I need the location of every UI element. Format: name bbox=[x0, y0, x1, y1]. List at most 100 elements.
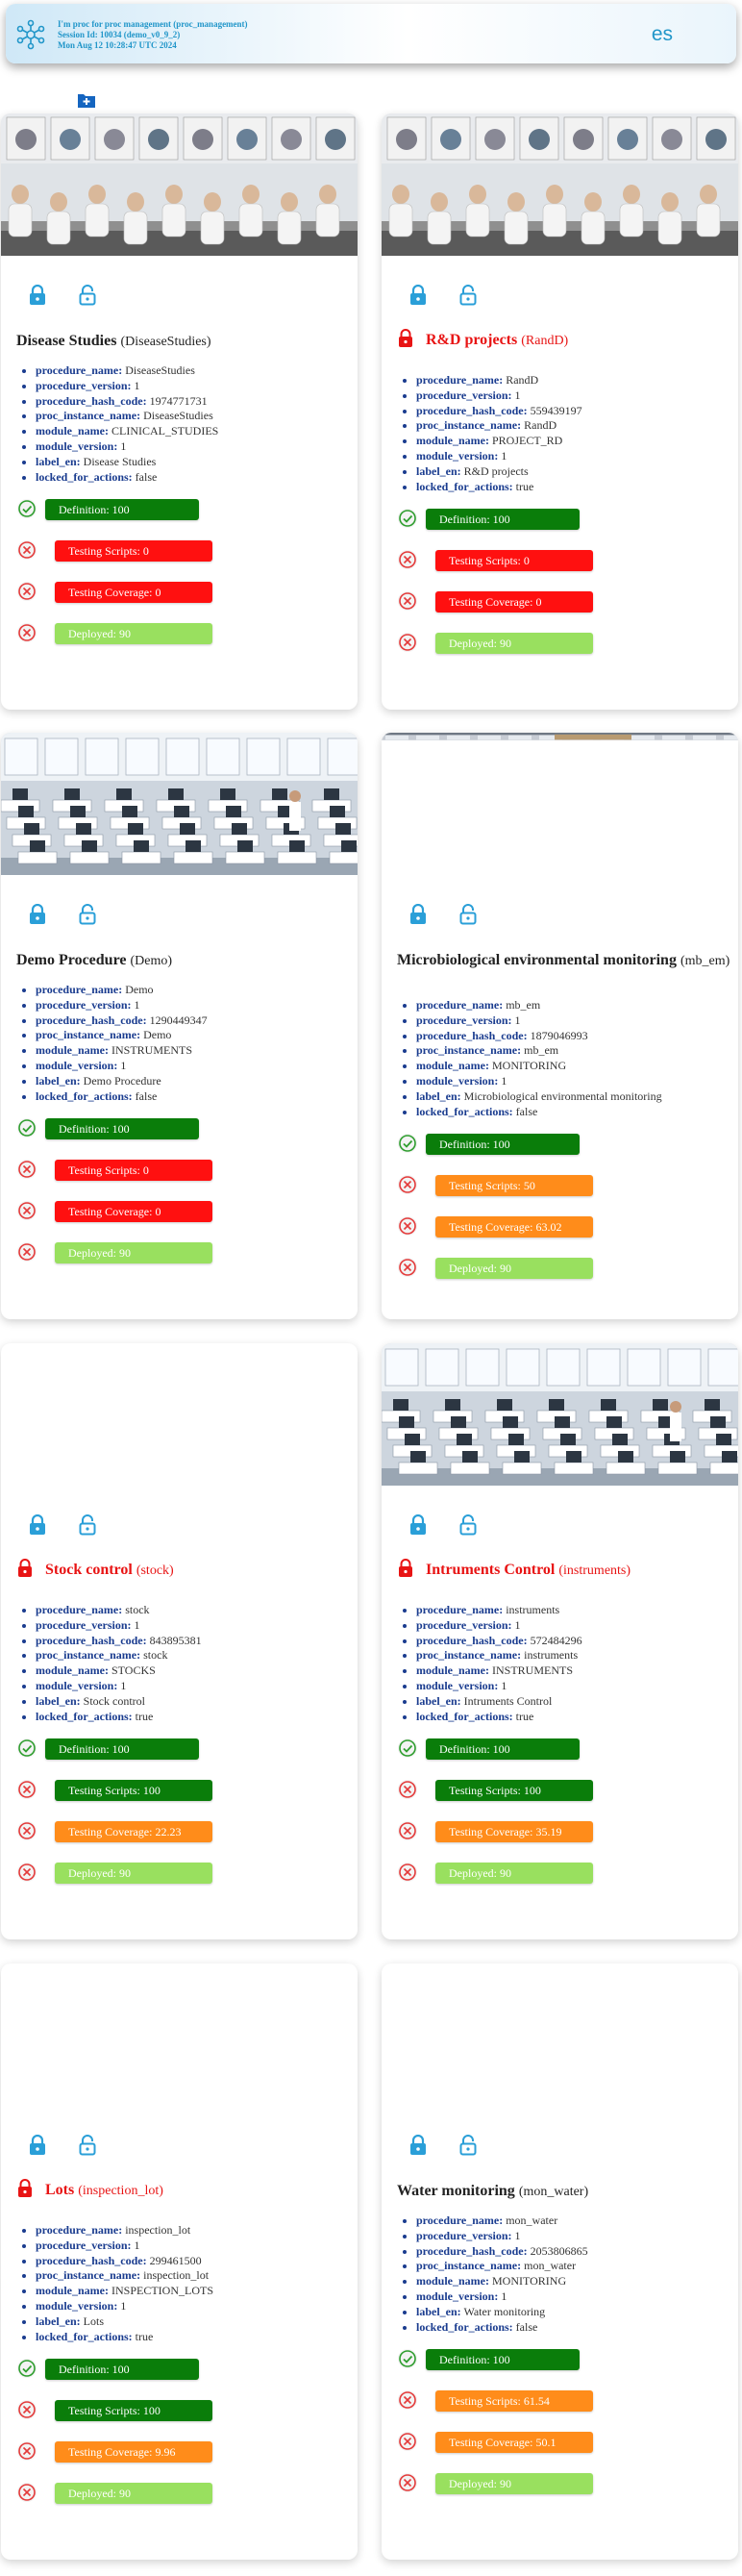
property-item: proc_instance_name: Demo bbox=[36, 1028, 208, 1043]
property-value: instruments bbox=[506, 1603, 560, 1616]
status-coverage-bar: Testing Coverage: 50.1 bbox=[435, 2432, 593, 2454]
unlock-icon[interactable] bbox=[78, 904, 97, 925]
unlock-icon[interactable] bbox=[458, 904, 478, 925]
lock-button[interactable] bbox=[28, 284, 47, 306]
property-key: procedure_version: bbox=[416, 2228, 512, 2242]
x-circle-icon bbox=[17, 1242, 37, 1263]
unlock-icon[interactable] bbox=[78, 285, 97, 306]
lock-button[interactable] bbox=[408, 284, 428, 306]
lock-icon[interactable] bbox=[28, 903, 47, 925]
status-deployed-bar: Deployed: 90 bbox=[435, 2473, 593, 2495]
property-value: mon_water bbox=[524, 2259, 577, 2273]
check-circle-icon bbox=[17, 1118, 37, 1138]
property-key: label_en: bbox=[416, 2304, 461, 2318]
unlock-icon[interactable] bbox=[458, 285, 478, 306]
property-value: 1 bbox=[501, 448, 507, 463]
property-item: procedure_hash_code: 1974771731 bbox=[36, 394, 218, 410]
property-key: label_en: bbox=[36, 2313, 81, 2328]
status-scripts: Testing Scripts: 0 bbox=[16, 538, 305, 564]
procedure-card: Stock control (stock) procedure_name: st… bbox=[1, 1343, 358, 1939]
property-item: procedure_hash_code: 572484296 bbox=[416, 1634, 582, 1649]
property-value: Microbiological environmental monitoring bbox=[463, 1088, 662, 1103]
property-value: 1879046993 bbox=[530, 1028, 588, 1042]
unlock-button[interactable] bbox=[458, 1514, 478, 1536]
lock-icon[interactable] bbox=[408, 284, 428, 306]
lock-icon[interactable] bbox=[408, 1513, 428, 1536]
property-item: module_name: MONITORING bbox=[416, 2274, 588, 2289]
lock-button[interactable] bbox=[408, 903, 428, 925]
add-procedure-icon[interactable] bbox=[77, 91, 96, 109]
property-value: Intruments Control bbox=[463, 1693, 553, 1708]
property-item: locked_for_actions: false bbox=[416, 2320, 588, 2336]
unlock-button[interactable] bbox=[458, 285, 478, 306]
lock-button[interactable] bbox=[28, 1513, 47, 1536]
x-circle-icon bbox=[17, 1201, 37, 1221]
property-value: RandD bbox=[524, 418, 557, 433]
property-key: procedure_name: bbox=[36, 1603, 123, 1616]
status-definition-bar: Definition: 100 bbox=[45, 2359, 199, 2381]
property-value: 1 bbox=[514, 2228, 521, 2242]
unlock-button[interactable] bbox=[458, 904, 478, 925]
locked-icon bbox=[399, 1559, 412, 1577]
status-definition: Definition: 100 bbox=[16, 2356, 305, 2383]
unlock-button[interactable] bbox=[78, 285, 97, 306]
property-value: MONITORING bbox=[492, 2274, 567, 2288]
x-circle-icon bbox=[17, 2441, 37, 2462]
session-id: Session Id: 10034 (demo_v0_9_2) bbox=[58, 30, 181, 39]
property-value: INSPECTION_LOTS bbox=[111, 2284, 214, 2298]
property-item: procedure_version: 1 bbox=[416, 388, 582, 404]
property-item: label_en: Water monitoring bbox=[416, 2305, 588, 2320]
property-item: module_version: 1 bbox=[416, 1679, 582, 1694]
property-key: procedure_version: bbox=[416, 1013, 512, 1027]
property-value: Stock control bbox=[83, 1693, 145, 1708]
status-coverage: Testing Coverage: 22.23 bbox=[16, 1818, 305, 1845]
procedure-title: Intruments Control bbox=[426, 1562, 556, 1578]
property-item: procedure_version: 1 bbox=[416, 1618, 582, 1634]
lock-icon[interactable] bbox=[408, 903, 428, 925]
unlock-icon[interactable] bbox=[78, 1514, 97, 1536]
lock-icon[interactable] bbox=[408, 2134, 428, 2156]
lock-button[interactable] bbox=[408, 1513, 428, 1536]
property-item: module_version: 1 bbox=[36, 1679, 202, 1694]
property-key: proc_instance_name: bbox=[36, 2268, 141, 2283]
lock-button[interactable] bbox=[28, 2134, 47, 2156]
lock-button[interactable] bbox=[28, 903, 47, 925]
property-item: proc_instance_name: DiseaseStudies bbox=[36, 409, 218, 424]
property-item: proc_instance_name: stock bbox=[36, 1648, 202, 1663]
property-key: locked_for_actions: bbox=[36, 469, 133, 484]
property-key: label_en: bbox=[416, 1088, 461, 1103]
status-deployed: Deployed: 90 bbox=[16, 2480, 305, 2507]
status-deployed-bar: Deployed: 90 bbox=[435, 1863, 593, 1885]
property-value: 1 bbox=[134, 997, 140, 1012]
lock-icon[interactable] bbox=[28, 284, 47, 306]
status-definition-bar: Definition: 100 bbox=[426, 509, 580, 531]
property-value: false bbox=[515, 1104, 538, 1118]
lock-icon[interactable] bbox=[28, 1513, 47, 1536]
lock-button[interactable] bbox=[408, 2134, 428, 2156]
property-key: procedure_hash_code: bbox=[36, 1013, 147, 1027]
x-circle-icon bbox=[17, 2400, 37, 2420]
property-key: proc_instance_name: bbox=[36, 1028, 141, 1042]
check-circle-icon bbox=[17, 499, 37, 519]
unlock-button[interactable] bbox=[78, 904, 97, 925]
status-deployed-bar: Deployed: 90 bbox=[55, 1863, 212, 1885]
unlock-button[interactable] bbox=[78, 2135, 97, 2156]
x-circle-icon bbox=[17, 1160, 37, 1180]
unlock-button[interactable] bbox=[78, 1514, 97, 1536]
status-scripts-bar: Testing Scripts: 0 bbox=[435, 550, 593, 572]
property-key: label_en: bbox=[36, 1693, 81, 1708]
unlock-icon[interactable] bbox=[78, 2135, 97, 2156]
lock-icon[interactable] bbox=[28, 2134, 47, 2156]
procedure-title: Microbiological environmental monitoring bbox=[397, 952, 677, 968]
language-toggle[interactable]: es bbox=[652, 23, 673, 46]
property-item: locked_for_actions: false bbox=[36, 1089, 208, 1105]
unlock-icon[interactable] bbox=[458, 2135, 478, 2156]
unlock-icon[interactable] bbox=[458, 1514, 478, 1536]
status-scripts-bar: Testing Scripts: 100 bbox=[55, 2400, 212, 2422]
status-coverage: Testing Coverage: 0 bbox=[16, 579, 305, 606]
unlock-button[interactable] bbox=[458, 2135, 478, 2156]
status-scripts: Testing Scripts: 0 bbox=[16, 1157, 305, 1184]
check-circle-icon bbox=[398, 2349, 417, 2369]
property-item: module_name: CLINICAL_STUDIES bbox=[36, 424, 218, 439]
property-key: locked_for_actions: bbox=[36, 1709, 133, 1723]
